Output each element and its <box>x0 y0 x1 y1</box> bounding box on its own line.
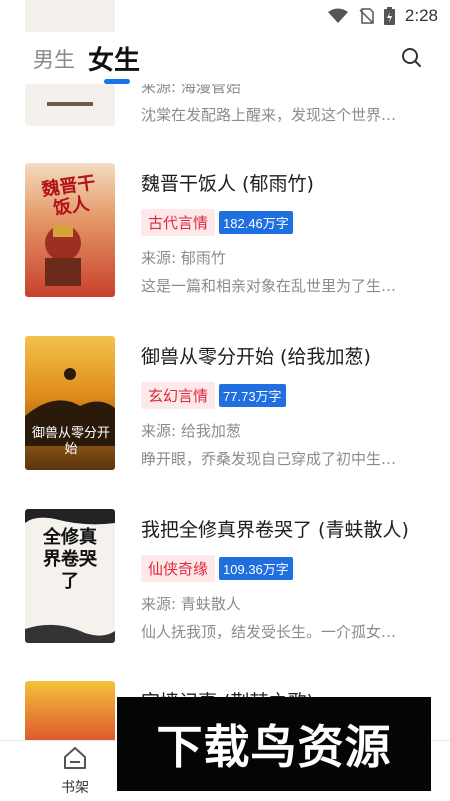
book-description: 睁开眼，乔桑发现自己穿成了初中生… <box>141 450 397 468</box>
book-list: 来源: 海漫管始 沈棠在发配路上醒来，发现这个世界… 魏晋干饭人 魏晋干饭人 (… <box>0 0 450 740</box>
book-cover: 御兽从零分开始 <box>25 336 115 470</box>
watermark-overlay: 下载鸟资源 <box>117 697 431 791</box>
book-description: 仙人抚我顶，结发受长生。一介孤女… <box>141 623 397 641</box>
book-cover: 全修真界卷哭了 <box>25 509 115 643</box>
book-title: 魏晋干饭人 (郁雨竹) <box>141 173 314 195</box>
tab-female[interactable]: 女生 <box>88 40 140 77</box>
battery-icon <box>383 7 395 25</box>
book-source: 来源: 郁雨竹 <box>141 249 226 267</box>
genre-tag: 古代言情 <box>141 209 216 236</box>
watermark-text: 下载鸟资源 <box>156 720 392 774</box>
bookshelf-icon <box>64 747 86 769</box>
book-source: 来源: 给我加葱 <box>141 422 241 440</box>
book-title: 御兽从零分开始 (给我加葱) <box>141 346 371 368</box>
book-cover <box>25 681 115 740</box>
genre-tag: 玄幻言情 <box>141 382 216 409</box>
book-item[interactable]: 魏晋干饭人 魏晋干饭人 (郁雨竹) 古代言情 182.46万字 来源: 郁雨竹 … <box>0 163 450 323</box>
word-count-badge: 109.36万字 <box>219 557 293 580</box>
genre-tag: 仙侠奇缘 <box>141 555 216 582</box>
book-cover: 魏晋干饭人 <box>25 163 115 297</box>
active-tab-indicator <box>104 79 130 84</box>
book-description: 沈棠在发配路上醒来，发现这个世界… <box>141 106 397 124</box>
no-sim-icon <box>359 8 374 24</box>
book-tags: 古代言情 182.46万字 <box>141 209 293 236</box>
top-tab-bar: 男生 女生 <box>0 32 450 84</box>
book-source: 来源: 青蚨散人 <box>141 595 241 613</box>
book-item[interactable]: 全修真界卷哭了 我把全修真界卷哭了 (青蚨散人) 仙侠奇缘 109.36万字 来… <box>0 509 450 669</box>
book-title: 我把全修真界卷哭了 (青蚨散人) <box>141 519 409 541</box>
cover-title: 御兽从零分开始 <box>31 426 110 457</box>
cover-title: 魏晋干饭人 <box>40 172 97 220</box>
wifi-icon <box>327 8 348 23</box>
nav-item-label: 书架 <box>61 780 89 796</box>
tab-male[interactable]: 男生 <box>33 44 75 74</box>
word-count-badge: 182.46万字 <box>219 211 293 234</box>
book-tags: 玄幻言情 77.73万字 <box>141 382 286 409</box>
cover-title: 全修真界卷哭了 <box>43 527 97 592</box>
book-item[interactable]: 御兽从零分开始 御兽从零分开始 (给我加葱) 玄幻言情 77.73万字 来源: … <box>0 336 450 496</box>
status-time: 2:28 <box>404 6 438 25</box>
nav-item-bookshelf[interactable]: 书架 <box>52 745 98 797</box>
search-icon[interactable] <box>400 46 424 70</box>
word-count-badge: 77.73万字 <box>219 384 286 407</box>
book-tags: 仙侠奇缘 109.36万字 <box>141 555 293 582</box>
status-bar: 2:28 <box>0 0 450 32</box>
book-description: 这是一篇和相亲对象在乱世里为了生… <box>141 277 397 295</box>
